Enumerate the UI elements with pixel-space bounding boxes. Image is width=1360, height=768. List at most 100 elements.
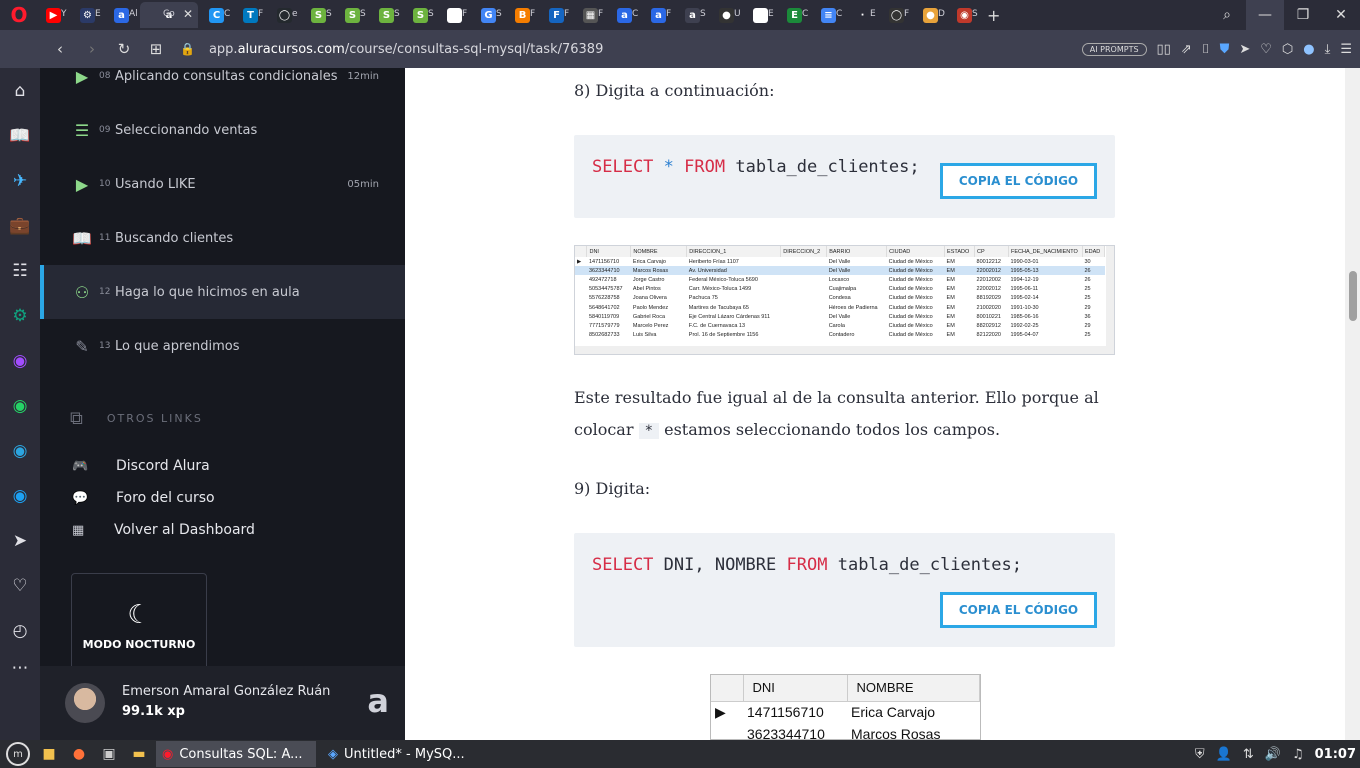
night-mode-button[interactable]: ☾ MODO NOCTURNO [71, 573, 207, 678]
home-icon[interactable]: ⌂ [0, 68, 40, 113]
browser-tab[interactable]: TF [235, 2, 266, 28]
twitter-icon[interactable]: ◉ [0, 473, 40, 518]
telegram-icon[interactable]: ◉ [0, 428, 40, 473]
messenger-icon[interactable]: ◉ [0, 338, 40, 383]
history-icon[interactable]: ◴ [0, 608, 40, 653]
browser-tab[interactable]: aC [609, 2, 640, 28]
opera-menu-icon[interactable]: O [0, 0, 38, 30]
user-profile[interactable]: Emerson Amaral González Ruán 99.1k xp a [40, 666, 405, 740]
camera-icon[interactable]: ⌷ [1202, 42, 1210, 57]
network-icon[interactable]: ⇅ [1243, 747, 1254, 762]
forum-link[interactable]: 💬 Foro del curso [72, 490, 215, 506]
user-xp: 99.1k xp [122, 704, 185, 719]
search-tabs-icon[interactable]: ⌕ [1208, 7, 1246, 23]
back-button[interactable]: ‹ [44, 40, 76, 58]
music-icon[interactable]: ♫ [1292, 747, 1304, 762]
browser-tab[interactable]: ⚙ E [72, 2, 103, 28]
send-player-icon[interactable]: ➤ [0, 518, 40, 563]
page-scrollbar[interactable] [1345, 68, 1360, 740]
dashboard-link[interactable]: ▦ Volver al Dashboard [72, 522, 255, 538]
browser-tab[interactable]: □ F [439, 2, 470, 28]
taskbar-window-opera[interactable]: ◉ Consultas SQL: A... [156, 741, 316, 767]
ai-prompts-button[interactable]: AI PROMPTS [1081, 42, 1147, 56]
user-icon[interactable]: 👤 [1216, 747, 1232, 762]
more-icon[interactable]: ⋯ [0, 653, 40, 683]
new-tab-button[interactable]: + [987, 6, 1000, 25]
lesson-item-11[interactable]: 📖 11 Buscando clientes [40, 211, 405, 265]
browser-tab[interactable]: BF [507, 2, 538, 28]
share-icon[interactable]: ⇗ [1181, 42, 1192, 57]
lesson-item-12[interactable]: ⚇ 12 Haga lo que hicimos en aula [40, 265, 405, 319]
browser-tab[interactable]: EC [779, 2, 810, 28]
close-window-button[interactable]: ✕ [1322, 7, 1360, 23]
browser-tab[interactable]: SS [303, 2, 334, 28]
browser-tab[interactable]: ● U [711, 2, 742, 28]
table-cell: Marcelo Perez [632, 322, 669, 329]
mint-menu-icon[interactable]: m [6, 742, 30, 766]
browser-tab[interactable]: ◯ e [269, 2, 300, 28]
extensions-icon[interactable]: ⬡ [1282, 42, 1293, 57]
heart-icon[interactable]: ♡ [1260, 42, 1272, 57]
downloads-icon[interactable]: ⤓ [1325, 42, 1331, 57]
browser-tab[interactable]: ≡ C [813, 2, 844, 28]
browser-tab[interactable]: · E [847, 2, 878, 28]
taskbar-window-mysql[interactable]: ◈ Untitled* - MySQ... [322, 741, 471, 767]
copy-code-button[interactable]: COPIA EL CÓDIGO [940, 592, 1097, 628]
browser-tab[interactable]: SS [405, 2, 436, 28]
restore-button[interactable]: ❐ [1284, 7, 1322, 23]
whatsapp-icon[interactable]: ◉ [0, 383, 40, 428]
avatar[interactable] [65, 683, 105, 723]
bookmarks-icon[interactable]: 📖 [0, 113, 40, 158]
otros-links-heading: ⧉ OTROS LINKS [70, 408, 203, 429]
browser-tab[interactable]: ▦ F [575, 2, 606, 28]
browser-tab[interactable]: SS [371, 2, 402, 28]
tabs-grid-icon[interactable]: ⊞ [140, 40, 172, 58]
url-field[interactable]: app.aluracursos.com/course/consultas-sql… [209, 42, 603, 57]
files-folder-icon[interactable]: ■ [38, 744, 60, 764]
lesson-item-10[interactable]: ▶ 10 Usando LIKE 05min [40, 157, 405, 211]
forward-button[interactable]: › [76, 40, 108, 58]
volume-icon[interactable]: 🔊 [1265, 747, 1281, 762]
easy-setup-icon[interactable]: ☰ [1340, 42, 1352, 57]
reload-button[interactable]: ↻ [108, 40, 140, 58]
browser-tab[interactable]: WE [745, 2, 776, 28]
alura-logo-icon[interactable]: a [367, 682, 389, 720]
profile-icon[interactable]: ● [1303, 42, 1314, 57]
close-tab-icon[interactable]: ✕ [183, 7, 193, 21]
discord-link[interactable]: 🎮 Discord Alura [72, 458, 210, 474]
lesson-item-09[interactable]: ☰ 09 Seleccionando ventas [40, 103, 405, 157]
browser-tab[interactable]: CC [201, 2, 232, 28]
travel-icon[interactable]: ✈ [0, 158, 40, 203]
browser-tab[interactable]: ◯ F [881, 2, 912, 28]
send-icon[interactable]: ➤ [1239, 42, 1250, 57]
tab-title: F [904, 9, 910, 19]
browser-tab[interactable]: ◉ S [949, 2, 980, 28]
browser-tab[interactable]: FF [541, 2, 572, 28]
lock-icon[interactable]: 🔒 [180, 42, 195, 56]
browser-tab[interactable]: aS [677, 2, 708, 28]
vpn-shield-icon[interactable]: ⛊ [1220, 42, 1230, 57]
briefcase-icon[interactable]: 💼 [0, 203, 40, 248]
minimize-button[interactable]: — [1246, 0, 1284, 30]
browser-tab[interactable]: a Al [106, 2, 137, 28]
browser-tab[interactable]: a Co ✕ [140, 2, 198, 28]
firefox-icon[interactable]: ● [68, 744, 90, 764]
lesson-item-08[interactable]: ▶ 08 Aplicando consultas condicionales 12mi… [40, 68, 405, 103]
browser-tab[interactable]: aF [643, 2, 674, 28]
reader-icon[interactable]: ▯▯ [1157, 42, 1171, 57]
lesson-number: 08 [99, 71, 111, 81]
chatgpt-icon[interactable]: ⚙ [0, 293, 40, 338]
lesson-item-13[interactable]: ✎ 13 Lo que aprendimos [40, 319, 405, 373]
tab-favicon-icon: a [685, 7, 700, 23]
copy-code-button[interactable]: COPIA EL CÓDIGO [940, 163, 1097, 199]
browser-tab[interactable]: SS [337, 2, 368, 28]
browser-tab[interactable]: GS [473, 2, 504, 28]
tab-list-icon[interactable]: ☷ [0, 248, 40, 293]
file-manager-icon[interactable]: ▬ [128, 744, 150, 764]
scrollbar-thumb[interactable] [1349, 271, 1357, 321]
browser-tab[interactable]: ● D [915, 2, 946, 28]
browser-tab[interactable]: ▶ Y [38, 2, 69, 28]
favorites-heart-icon[interactable]: ♡ [0, 563, 40, 608]
shield-icon[interactable]: ⛨ [1195, 747, 1205, 762]
terminal-icon[interactable]: ▣ [98, 744, 120, 764]
